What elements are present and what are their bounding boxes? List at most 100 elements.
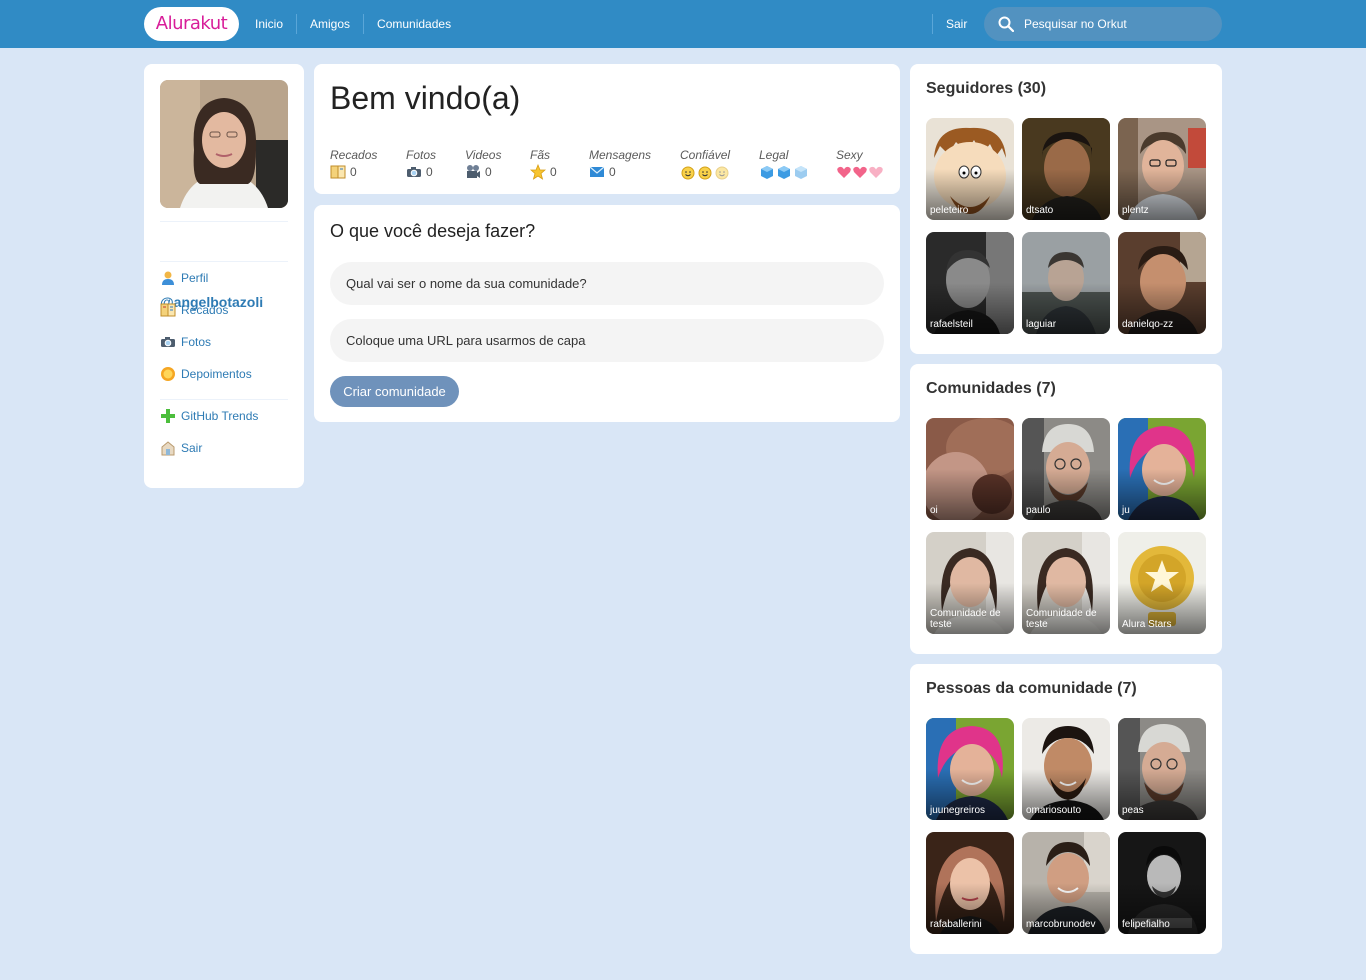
stat-mensagens: Mensagens 0 [589, 148, 652, 179]
communities-title: Comunidades (7) [926, 380, 1056, 397]
menu-label: Perfil [181, 271, 209, 285]
stat-sexy: Sexy [836, 148, 884, 180]
form-title: O que você deseja fazer? [330, 221, 536, 241]
smiley-icon [680, 164, 696, 180]
person-name: rafaballerini [930, 919, 982, 930]
user-icon [160, 270, 176, 286]
stat-fotos: Fotos 0 [406, 148, 437, 180]
profile-avatar[interactable] [160, 80, 288, 208]
menu-item-github-trends[interactable]: GitHub Trends [160, 408, 258, 424]
person-name: peas [1122, 805, 1144, 816]
follower-tile[interactable]: plentz [1118, 118, 1206, 220]
book-icon [160, 302, 176, 318]
community-name: Alura Stars [1122, 619, 1172, 630]
menu-item-perfil[interactable]: Perfil [160, 270, 208, 286]
stat-value: 0 [426, 165, 433, 179]
community-people-box: Pessoas da comunidade (7) juunegreiros o… [910, 664, 1222, 954]
search-bar[interactable] [984, 7, 1222, 41]
follower-name: dtsato [1026, 205, 1054, 216]
community-name: paulo [1026, 505, 1051, 516]
menu-label: Depoimentos [181, 367, 252, 381]
follower-tile[interactable]: peleteiro [926, 118, 1014, 220]
sun-icon [160, 366, 176, 382]
plus-icon [160, 408, 176, 424]
community-tile[interactable]: oi [926, 418, 1014, 520]
communities-box: Comunidades (7) oi paulo ju Comunidade d… [910, 364, 1222, 654]
menu-label: Fotos [181, 335, 212, 349]
person-name: juunegreiros [930, 805, 986, 816]
search-icon [998, 16, 1014, 32]
person-tile[interactable]: juunegreiros [926, 718, 1014, 820]
main-nav: Inicio Amigos Comunidades [242, 14, 464, 34]
create-community-button[interactable]: Criar comunidade [330, 376, 459, 407]
follower-name: peleteiro [930, 205, 969, 216]
stat-legal: Legal [759, 148, 809, 180]
community-tile[interactable]: ju [1118, 418, 1206, 520]
camera-icon [160, 334, 176, 350]
stat-value: 0 [609, 165, 616, 179]
welcome-card: Bem vindo(a) Recados 0 Fotos 0 Videos 0 … [314, 64, 900, 194]
menu-item-sair[interactable]: Sair [160, 440, 202, 456]
followers-box: Seguidores (30) peleteiro dtsato plentz … [910, 64, 1222, 354]
stat-value: 0 [485, 165, 492, 179]
nav-inicio[interactable]: Inicio [242, 14, 298, 34]
video-camera-icon [465, 164, 481, 180]
smiley-icon [714, 164, 730, 180]
search-input[interactable] [1024, 17, 1214, 31]
person-tile[interactable]: felipefialho [1118, 832, 1206, 934]
camera-icon [406, 164, 422, 180]
star-icon [529, 163, 547, 180]
menu-item-fotos[interactable]: Fotos [160, 334, 211, 350]
ice-cube-icon [759, 164, 775, 180]
community-cover-url-input[interactable] [330, 319, 884, 362]
community-name-input[interactable] [330, 262, 884, 305]
divider [160, 399, 288, 400]
stat-videos: Videos 0 [465, 148, 502, 180]
menu-label: Sair [181, 441, 203, 455]
profile-sidebar: @angelbotazoli Perfil Recados Fotos Depo… [144, 64, 304, 488]
person-name: marcobrunodev [1026, 919, 1096, 930]
heart-icon [836, 164, 852, 180]
stat-recados: Recados 0 [330, 148, 378, 179]
follower-name: danielqo-zz [1122, 319, 1174, 330]
community-name: ju [1122, 505, 1130, 516]
follower-tile[interactable]: rafaelsteil [926, 232, 1014, 334]
divider [160, 221, 288, 222]
stat-value: 0 [550, 165, 557, 179]
smiley-icon [697, 164, 713, 180]
community-tile[interactable]: paulo [1022, 418, 1110, 520]
person-tile[interactable]: peas [1118, 718, 1206, 820]
follower-name: plentz [1122, 205, 1149, 216]
follower-name: laguiar [1026, 319, 1057, 330]
person-name: omariosouto [1026, 805, 1082, 816]
community-name: Comunidade de teste [1026, 608, 1097, 630]
stat-fas: Fãs 0 [529, 148, 557, 180]
logout-icon [160, 440, 176, 456]
nav-amigos[interactable]: Amigos [297, 14, 365, 34]
heart-icon [852, 164, 868, 180]
community-tile[interactable]: Comunidade de teste [926, 532, 1014, 634]
stat-value: 0 [350, 165, 357, 179]
welcome-title: Bem vindo(a) [330, 80, 521, 116]
person-tile[interactable]: rafaballerini [926, 832, 1014, 934]
menu-label: GitHub Trends [181, 409, 259, 423]
communities-grid: oi paulo ju Comunidade de teste Comunida… [926, 418, 1206, 634]
follower-tile[interactable]: laguiar [1022, 232, 1110, 334]
menu-item-recados[interactable]: Recados [160, 302, 228, 318]
ice-cube-icon [793, 164, 809, 180]
follower-tile[interactable]: dtsato [1022, 118, 1110, 220]
community-name: Comunidade de teste [930, 608, 1001, 630]
logout-link[interactable]: Sair [932, 14, 967, 34]
follower-name: rafaelsteil [930, 319, 973, 330]
followers-grid: peleteiro dtsato plentz rafaelsteil lagu… [926, 118, 1206, 334]
menu-label: Recados [181, 303, 229, 317]
person-tile[interactable]: marcobrunodev [1022, 832, 1110, 934]
ice-cube-icon [776, 164, 792, 180]
menu-item-depoimentos[interactable]: Depoimentos [160, 366, 252, 382]
community-tile[interactable]: Comunidade de teste [1022, 532, 1110, 634]
person-tile[interactable]: omariosouto [1022, 718, 1110, 820]
community-tile[interactable]: Alura Stars [1118, 532, 1206, 634]
nav-comunidades[interactable]: Comunidades [364, 14, 464, 34]
alurakut-logo[interactable]: Alurakut [144, 7, 239, 41]
follower-tile[interactable]: danielqo-zz [1118, 232, 1206, 334]
